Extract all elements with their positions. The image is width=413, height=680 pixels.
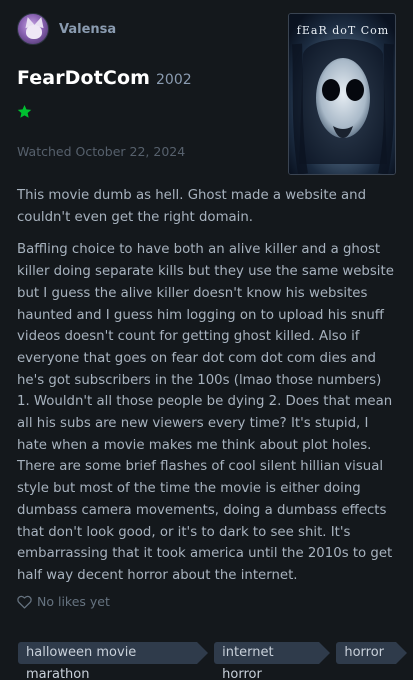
film-heading: FearDotCom 2002 [17,67,192,89]
film-year[interactable]: 2002 [156,72,192,88]
reviewer-header[interactable]: Valensa [17,13,116,45]
poster-title: fEaR doT Com [296,24,390,37]
watched-date: Watched October 22, 2024 [17,144,186,159]
tag-list: halloween movie marathon internet horror… [18,642,413,680]
review-page: Valensa FearDotCom 2002 Watched October … [0,0,413,680]
poster-art [289,14,395,174]
likes-row[interactable]: No likes yet [17,594,110,609]
username[interactable]: Valensa [59,22,116,37]
heart-icon[interactable] [17,595,32,609]
tag-item[interactable]: internet horror [214,642,331,680]
avatar[interactable] [17,13,49,45]
tag-item[interactable]: halloween movie marathon [18,642,209,680]
review-paragraph: This movie dumb as hell. Ghost made a we… [17,188,367,225]
tag-item[interactable]: horror [336,642,407,664]
film-title[interactable]: FearDotCom [17,67,150,89]
star-icon [17,104,32,118]
review-body: This movie dumb as hell. Ghost made a we… [17,185,397,598]
film-poster[interactable]: fEaR doT Com [288,13,396,175]
likes-count: No likes yet [37,594,110,609]
review-paragraph: Baffling choice to have both an alive ki… [17,242,394,583]
